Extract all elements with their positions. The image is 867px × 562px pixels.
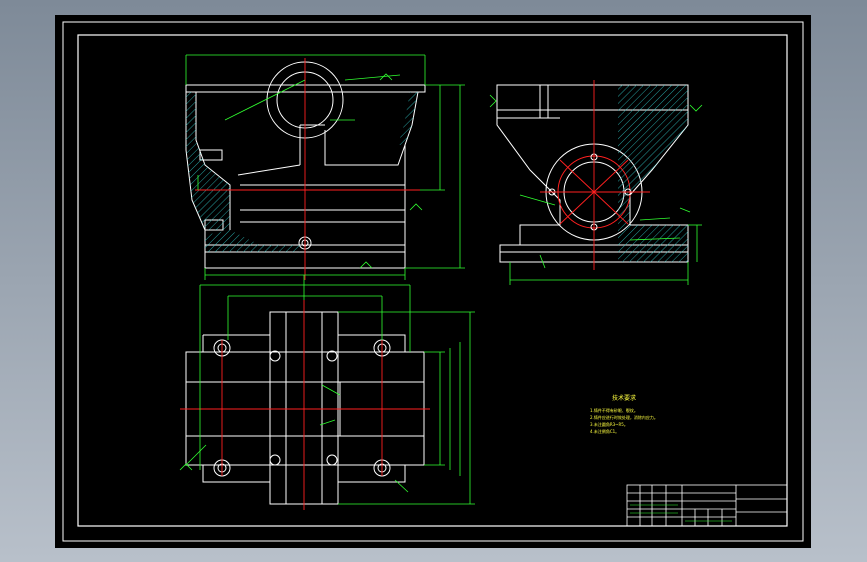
notes-line-3: 3.未注圆角R3~R5。	[590, 421, 628, 427]
notes-title: 技术要求	[612, 394, 636, 402]
notes-line-2: 2.铸件应进行时效处理，消除内应力。	[590, 414, 658, 420]
side-view-hatch-base	[618, 225, 688, 262]
notes-line-4: 4.未注倒角C1。	[590, 428, 619, 434]
drawing-sheet	[55, 15, 811, 548]
cad-viewport[interactable]: 技术要求 1.铸件不得有砂眼、裂纹。 2.铸件应进行时效处理，消除内应力。 3.…	[0, 0, 867, 562]
notes-line-1: 1.铸件不得有砂眼、裂纹。	[590, 407, 638, 413]
